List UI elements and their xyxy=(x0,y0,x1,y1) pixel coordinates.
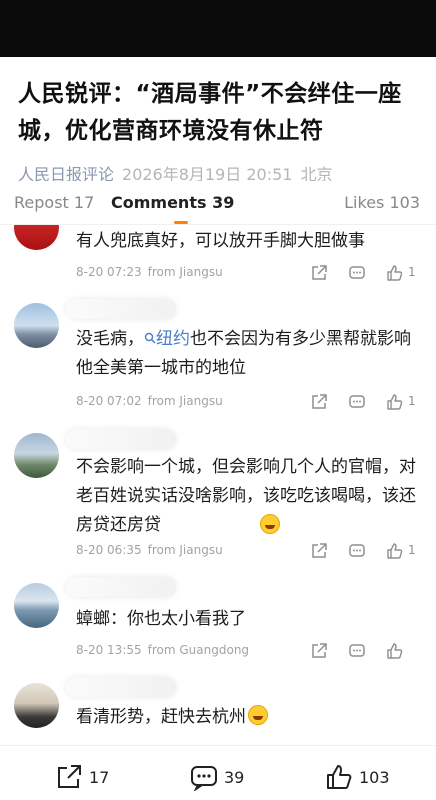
like-button[interactable]: 1 xyxy=(386,542,416,560)
username-redacted[interactable] xyxy=(66,677,176,697)
comment-meta: 8-20 07:02 from Jiangsu xyxy=(76,394,223,408)
article-location: 北京 xyxy=(300,165,333,181)
comment-location: from Jiangsu xyxy=(147,265,223,279)
username-redacted[interactable] xyxy=(66,577,176,597)
laugh-cry-emoji-icon xyxy=(248,705,268,725)
comment-meta: 8-20 13:55 from Guangdong xyxy=(76,643,249,657)
comment-text-part: 看清形势，赶快去杭州 xyxy=(76,707,246,727)
username-redacted[interactable] xyxy=(66,299,176,319)
comment-location: from Guangdong xyxy=(147,643,250,657)
active-tab-indicator xyxy=(174,221,188,224)
reply-icon[interactable] xyxy=(348,542,366,560)
thumbs-up-icon xyxy=(387,265,403,281)
like-button[interactable]: 1 xyxy=(386,393,416,411)
thumbs-up-icon xyxy=(327,765,352,789)
avatar[interactable] xyxy=(14,303,59,348)
avatar[interactable] xyxy=(14,683,59,728)
share-icon[interactable] xyxy=(310,642,328,660)
like-count: 103 xyxy=(359,768,390,787)
like-button[interactable] xyxy=(386,642,404,660)
comment-time: 8-20 07:23 xyxy=(76,265,142,279)
avatar[interactable] xyxy=(14,225,59,250)
comment-list[interactable]: 有人兜底真好，可以放开手脚大胆做事 8-20 07:23 from Jiangsu… xyxy=(0,225,436,745)
comment-time: 8-20 07:02 xyxy=(76,394,142,408)
reply-icon[interactable] xyxy=(348,393,366,411)
repost-count: 17 xyxy=(89,768,110,787)
comment-count: 39 xyxy=(224,768,245,787)
comment-button[interactable]: 39 xyxy=(190,763,436,791)
avatar[interactable] xyxy=(14,433,59,478)
search-icon xyxy=(144,332,156,344)
comment-text: 没毛病， 纽约也不会因为有多少黑帮就影响他全美第一城市的地位 xyxy=(76,325,421,383)
article-title: 人民锐评：“酒局事件”不会绊住一座城，优化营商环境没有休止符 xyxy=(18,81,402,144)
comment-actions xyxy=(310,642,420,660)
article-source[interactable]: 人民日报评论 xyxy=(18,165,114,181)
article-datetime: 2026年8月19日 20:51 xyxy=(122,165,293,181)
like-button[interactable]: 1 xyxy=(386,264,416,282)
reply-icon[interactable] xyxy=(348,264,366,282)
comment-time: 8-20 06:35 xyxy=(76,543,142,557)
reply-icon[interactable] xyxy=(348,642,366,660)
comment-meta: 8-20 06:35 from Jiangsu xyxy=(76,543,223,557)
tab-likes[interactable]: Likes 103 xyxy=(344,193,420,212)
comment-text: 不会影响一个城，但会影响几个人的官帽，对老百姓说实话没啥影响，该吃吃该喝喝，该还… xyxy=(76,457,416,535)
thumbs-up-icon xyxy=(387,394,403,410)
like-count: 1 xyxy=(408,543,416,557)
comment-location: from Jiangsu xyxy=(147,543,223,557)
share-icon xyxy=(58,765,81,788)
like-count: 1 xyxy=(408,394,416,408)
comment-text: 有人兜底真好，可以放开手脚大胆做事 xyxy=(76,231,365,251)
comment-text-part: 没毛病， xyxy=(76,329,144,349)
comment-actions: 1 xyxy=(310,264,420,282)
share-icon[interactable] xyxy=(310,393,328,411)
comment-time: 8-20 13:55 xyxy=(76,643,142,657)
article-meta: 人民日报评论 2026年8月19日 20:51 北京 xyxy=(18,161,436,181)
thumbs-up-icon xyxy=(387,543,403,559)
reply-icon xyxy=(191,766,217,791)
thumbs-up-icon xyxy=(387,643,403,659)
tab-repost[interactable]: Repost 17 xyxy=(14,193,94,212)
tab-bar: Repost 17 Comments 39 Likes 103 xyxy=(0,181,436,225)
topic-link[interactable]: 纽约 xyxy=(144,329,190,349)
username-redacted[interactable] xyxy=(66,429,176,449)
comment-location: from Jiangsu xyxy=(147,394,223,408)
comment-text: 蟑螂：你也太小看我了 xyxy=(76,609,246,629)
bottom-action-bar: 17 39 103 xyxy=(0,745,436,800)
tab-comments[interactable]: Comments 39 xyxy=(111,193,234,212)
comment-meta: 8-20 07:23 from Jiangsu xyxy=(76,265,223,279)
comment-actions: 1 xyxy=(310,542,420,560)
laugh-cry-emoji-icon xyxy=(260,514,280,534)
topic-link-label: 纽约 xyxy=(156,329,190,349)
comment-actions: 1 xyxy=(310,393,420,411)
comment-text: 看清形势，赶快去杭州 xyxy=(76,703,421,732)
share-icon[interactable] xyxy=(310,264,328,282)
like-count: 1 xyxy=(408,265,416,279)
share-icon[interactable] xyxy=(310,542,328,560)
avatar[interactable] xyxy=(14,583,59,628)
status-bar xyxy=(0,0,436,57)
